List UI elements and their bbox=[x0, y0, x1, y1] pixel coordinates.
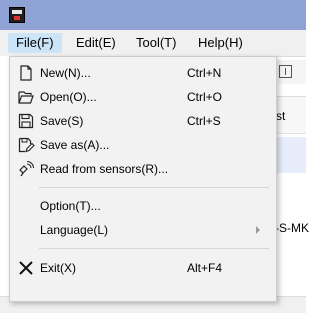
save-as-icon bbox=[17, 136, 35, 154]
menu-item-read-sensors[interactable]: Read from sensors(R)... bbox=[11, 157, 275, 181]
menu-item-save[interactable]: Save(S) Ctrl+S bbox=[11, 109, 275, 133]
menu-edit[interactable]: Edit(E) bbox=[68, 33, 124, 53]
open-folder-icon bbox=[17, 88, 35, 106]
help-book-icon[interactable] bbox=[279, 65, 292, 78]
menu-separator bbox=[39, 187, 269, 188]
list-header-label: st bbox=[276, 109, 286, 123]
menu-item-label: New(N)... bbox=[40, 66, 91, 80]
menu-item-language[interactable]: Language(L) bbox=[11, 218, 275, 242]
menu-item-open[interactable]: Open(O)... Ctrl+O bbox=[11, 85, 275, 109]
menu-item-label: Language(L) bbox=[40, 223, 109, 237]
save-icon bbox=[17, 112, 35, 130]
menu-item-shortcut: Ctrl+S bbox=[187, 114, 221, 128]
menu-item-label: Open(O)... bbox=[40, 90, 97, 104]
menu-item-label: Save(S) bbox=[40, 114, 84, 128]
list-row-label[interactable]: -S-MK bbox=[275, 221, 309, 235]
menu-item-save-as[interactable]: Save as(A)... bbox=[11, 133, 275, 157]
new-file-icon bbox=[17, 64, 35, 82]
menu-item-exit[interactable]: Exit(X) Alt+F4 bbox=[11, 256, 275, 280]
menu-item-shortcut: Ctrl+O bbox=[187, 90, 223, 104]
file-menu-dropdown: New(N)... Ctrl+N Open(O)... Ctrl+O Save(… bbox=[9, 56, 277, 302]
menu-item-option[interactable]: Option(T)... bbox=[11, 194, 275, 218]
menu-item-new[interactable]: New(N)... Ctrl+N bbox=[11, 61, 275, 85]
menu-help[interactable]: Help(H) bbox=[190, 33, 251, 53]
menu-item-shortcut: Alt+F4 bbox=[187, 261, 223, 275]
submenu-arrow-icon bbox=[256, 226, 260, 234]
title-bar bbox=[0, 0, 306, 30]
window-left-edge bbox=[0, 56, 9, 296]
close-icon bbox=[17, 259, 35, 277]
menu-item-label: Save as(A)... bbox=[40, 138, 110, 152]
menu-file[interactable]: File(F) bbox=[8, 33, 62, 53]
app-icon[interactable] bbox=[9, 7, 25, 23]
read-sensors-icon bbox=[17, 160, 35, 178]
menu-separator bbox=[39, 248, 269, 249]
menu-item-label: Read from sensors(R)... bbox=[40, 162, 169, 176]
menu-item-label: Exit(X) bbox=[40, 261, 76, 275]
menu-tool[interactable]: Tool(T) bbox=[128, 33, 184, 53]
menu-item-shortcut: Ctrl+N bbox=[187, 66, 222, 80]
menu-bar: File(F) Edit(E) Tool(T) Help(H) bbox=[0, 30, 306, 57]
menu-item-label: Option(T)... bbox=[40, 199, 101, 213]
